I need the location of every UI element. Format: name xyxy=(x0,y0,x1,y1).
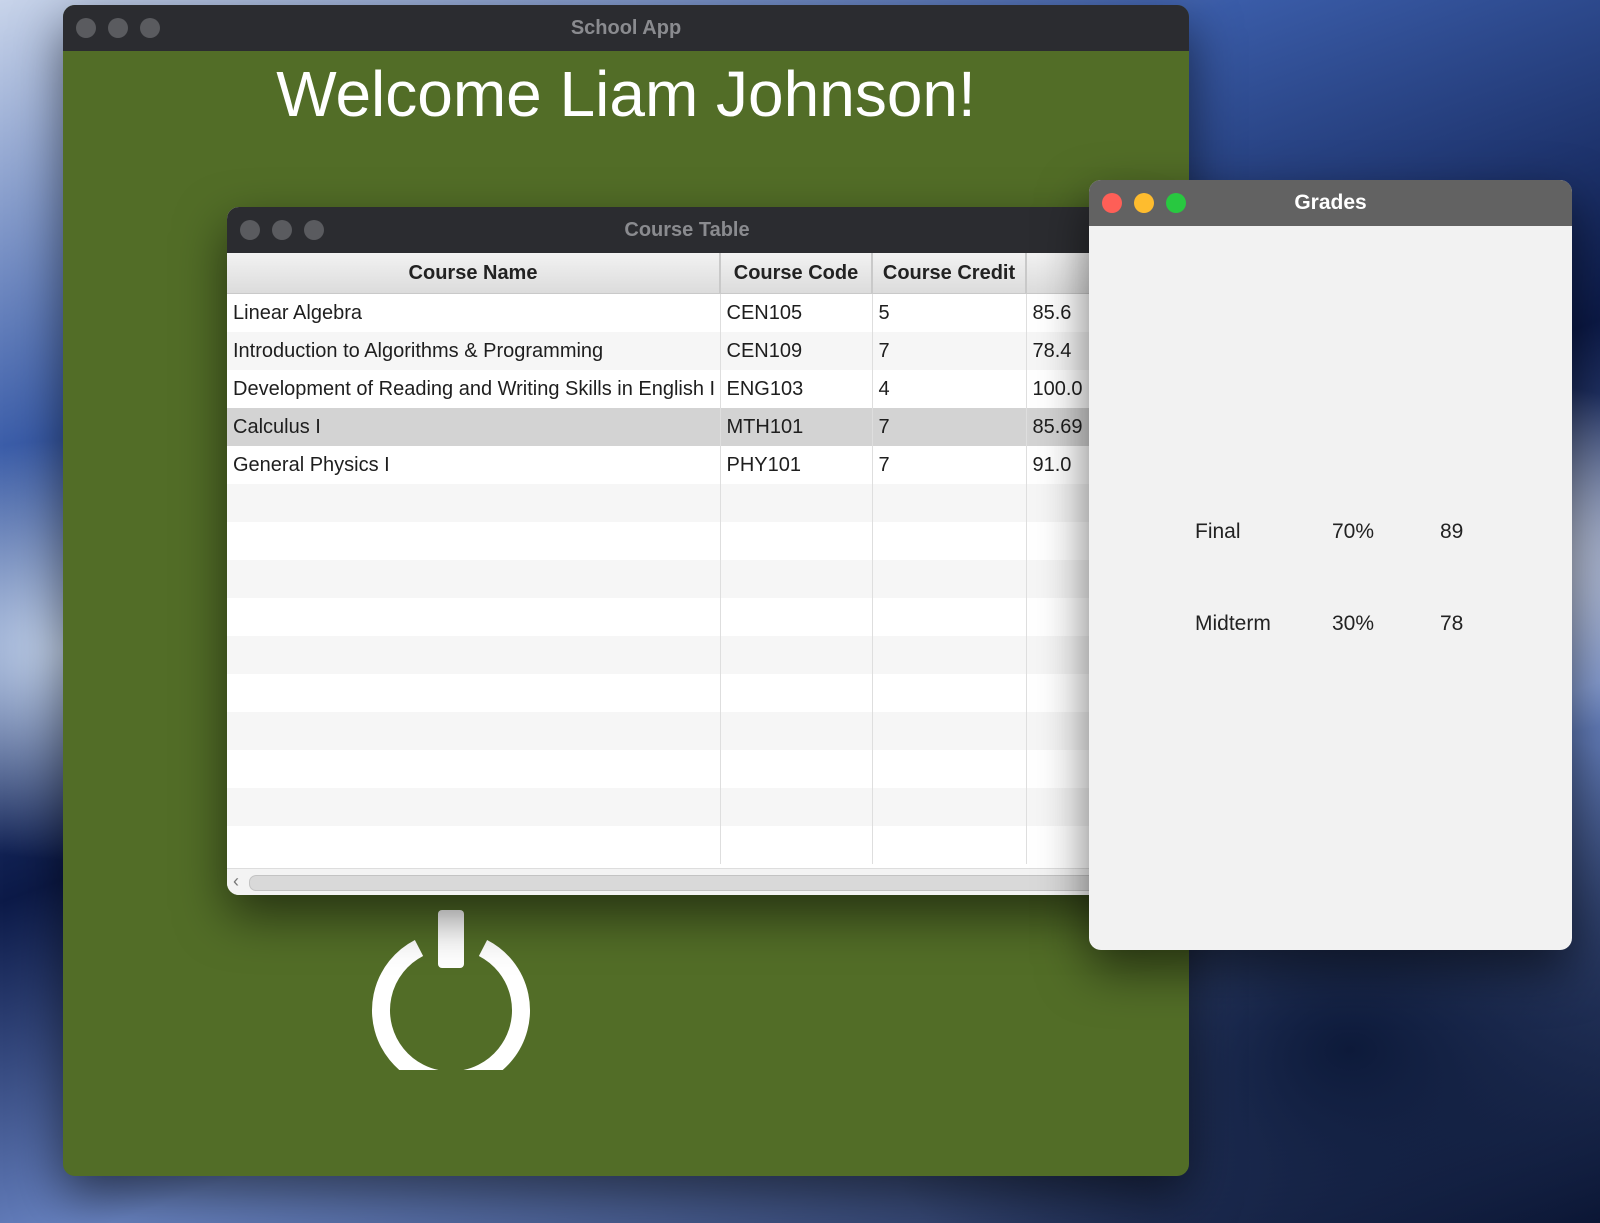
course-credit-cell: 5 xyxy=(872,293,1027,332)
course-table: Course Name Course Code Course Credit Li… xyxy=(227,253,1147,864)
table-row[interactable]: Linear Algebra CEN105 5 85.6 xyxy=(227,293,1147,332)
welcome-heading: Welcome Liam Johnson! xyxy=(276,58,976,130)
table-row[interactable]: General Physics I PHY101 7 91.0 xyxy=(227,446,1147,484)
power-icon[interactable] xyxy=(371,910,531,1090)
close-button[interactable] xyxy=(1102,193,1122,213)
column-header-course-code[interactable]: Course Code xyxy=(720,253,873,294)
zoom-button[interactable] xyxy=(304,220,324,240)
grade-weight: 30% xyxy=(1332,612,1375,635)
course-credit-cell: 4 xyxy=(872,370,1027,408)
empty-row xyxy=(227,788,1147,826)
grades-title: Grades xyxy=(1294,191,1367,214)
empty-row xyxy=(227,712,1147,750)
grade-score: 89 xyxy=(1440,520,1464,543)
course-name-cell: General Physics I xyxy=(227,446,721,484)
course-code-cell: CEN105 xyxy=(720,293,873,332)
course-code-cell: CEN109 xyxy=(720,332,873,370)
course-table-titlebar[interactable]: Course Table xyxy=(227,207,1147,253)
school-app-title: School App xyxy=(570,17,682,39)
course-name-cell: Calculus I xyxy=(227,408,721,446)
course-code-cell: PHY101 xyxy=(720,446,873,484)
course-credit-cell: 7 xyxy=(872,408,1027,446)
table-row[interactable]: Introduction to Algorithms & Programming… xyxy=(227,332,1147,370)
empty-row xyxy=(227,522,1147,560)
empty-row xyxy=(227,560,1147,598)
table-row-selected[interactable]: Calculus I MTH101 7 85.69 xyxy=(227,408,1147,446)
course-code-cell: MTH101 xyxy=(720,408,873,446)
school-app-titlebar[interactable]: School App xyxy=(63,5,1189,51)
grade-type: Final xyxy=(1195,520,1241,543)
course-name-cell: Introduction to Algorithms & Programming xyxy=(227,332,721,370)
grade-type: Midterm xyxy=(1195,612,1271,635)
empty-row xyxy=(227,674,1147,712)
zoom-button[interactable] xyxy=(1166,193,1186,213)
minimize-button[interactable] xyxy=(272,220,292,240)
column-header-course-credit[interactable]: Course Credit xyxy=(872,253,1027,294)
course-name-cell: Linear Algebra xyxy=(227,293,721,332)
empty-row xyxy=(227,826,1147,864)
table-row[interactable]: Development of Reading and Writing Skill… xyxy=(227,370,1147,408)
empty-row xyxy=(227,598,1147,636)
column-header-course-name[interactable]: Course Name xyxy=(227,253,721,294)
course-credit-cell: 7 xyxy=(872,332,1027,370)
course-code-cell: ENG103 xyxy=(720,370,873,408)
zoom-button[interactable] xyxy=(140,18,160,38)
empty-row xyxy=(227,636,1147,674)
empty-row xyxy=(227,484,1147,522)
minimize-button[interactable] xyxy=(108,18,128,38)
course-table-title: Course Table xyxy=(624,219,750,241)
grades-titlebar[interactable]: Grades xyxy=(1089,180,1572,226)
minimize-button[interactable] xyxy=(1134,193,1154,213)
course-credit-cell: 7 xyxy=(872,446,1027,484)
course-name-cell: Development of Reading and Writing Skill… xyxy=(227,370,721,408)
scroll-left-icon[interactable]: ‹ xyxy=(233,871,239,892)
horizontal-scrollbar[interactable]: ‹ xyxy=(227,868,1147,895)
scrollbar-thumb[interactable] xyxy=(249,875,1143,891)
close-button[interactable] xyxy=(240,220,260,240)
grades-window: Grades Final 70% 89 Midterm 30% 78 xyxy=(1089,180,1572,950)
close-button[interactable] xyxy=(76,18,96,38)
grade-weight: 70% xyxy=(1332,520,1375,543)
course-table-window: Course Table Course Name Course Code Cou… xyxy=(227,207,1147,895)
empty-row xyxy=(227,750,1147,788)
grade-score: 78 xyxy=(1440,612,1464,635)
